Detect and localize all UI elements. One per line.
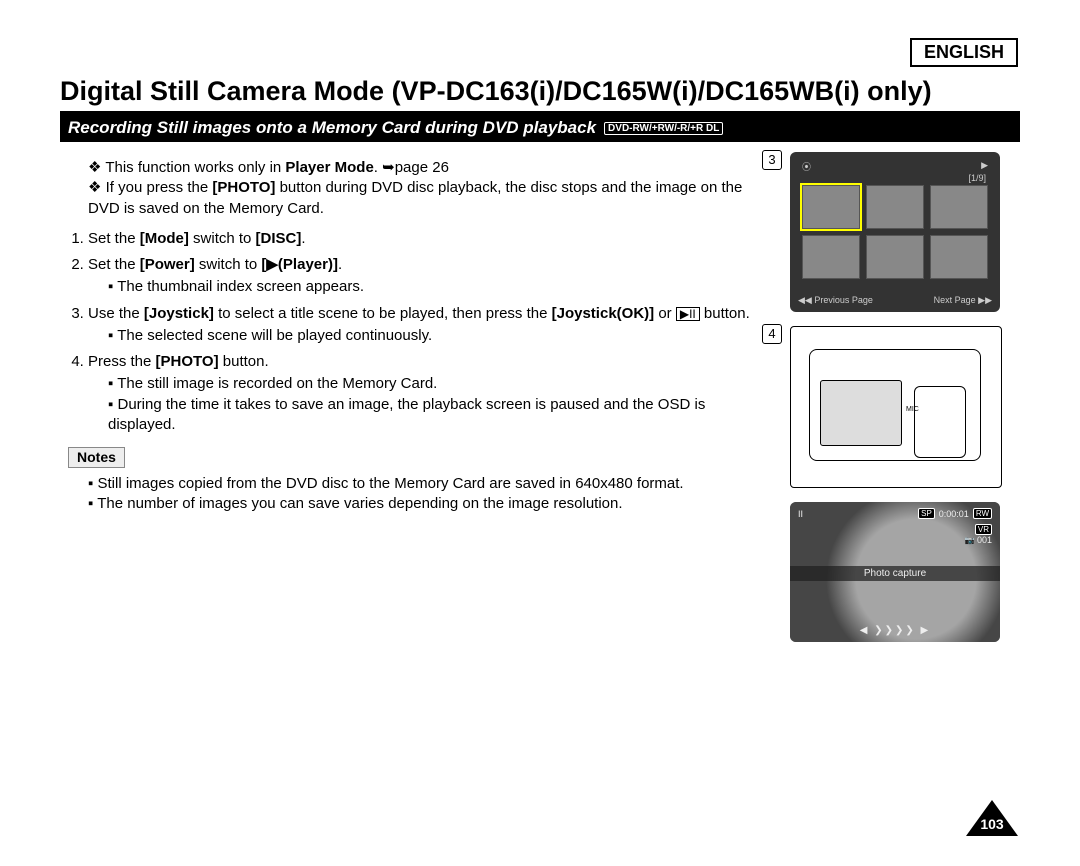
bold-text: Player Mode <box>285 159 373 176</box>
bold-text: [Joystick] <box>144 305 214 322</box>
pause-icon: II <box>798 509 803 519</box>
text: switch to <box>189 230 256 247</box>
notes-list: Still images copied from the DVD disc to… <box>60 474 772 515</box>
bold-text: [▶(Player)] <box>261 256 338 273</box>
steps-list: Set the [Mode] switch to [DISC]. Set the… <box>60 229 772 435</box>
page-counter: [1/9] <box>798 173 992 183</box>
figure-3: 3 ⦿ ▶ [1/9] <box>790 152 1020 312</box>
text: Set the <box>88 230 140 247</box>
elapsed-time: 0:00:01 <box>939 509 969 519</box>
text: button. <box>700 305 750 322</box>
bold-text: [PHOTO] <box>212 179 275 196</box>
text: . <box>338 256 342 273</box>
page-title: Digital Still Camera Mode (VP-DC163(i)/D… <box>60 40 1020 114</box>
text: or <box>654 305 676 322</box>
text: . <box>301 230 305 247</box>
disc-icon: ⦿ <box>802 160 811 173</box>
section-subtitle: Recording Still images onto a Memory Car… <box>68 118 596 138</box>
play-pause-icon: ▶II <box>676 307 700 321</box>
bold-text: [Mode] <box>140 230 189 247</box>
step-subitem: During the time it takes to save an imag… <box>108 395 772 436</box>
thumbnail <box>802 235 860 279</box>
thumbnail <box>930 185 988 229</box>
thumbnail <box>802 185 860 229</box>
nav-arrows-icon: ◀ ❯❯❯❯ ▶ <box>790 625 1000 636</box>
text: If you press the <box>106 179 213 196</box>
photo-capture-label: Photo capture <box>790 566 1000 581</box>
disc-type-badge: DVD-RW/+RW/-R/+R DL <box>604 122 723 135</box>
camera-illustration: MIC <box>790 326 1002 488</box>
playback-osd-screen: II SP 0:00:01 RW VR 📷 001 Photo capture … <box>790 502 1000 642</box>
image-count: 001 <box>977 535 992 545</box>
section-subtitle-bar: Recording Still images onto a Memory Car… <box>60 114 1020 142</box>
bold-text: [PHOTO] <box>156 353 219 370</box>
step-item: Set the [Power] switch to [▶(Player)]. T… <box>88 255 772 298</box>
thumbnail-grid <box>798 183 992 281</box>
bold-text: [Power] <box>140 256 195 273</box>
thumbnail-index-screen: ⦿ ▶ [1/9] ◀◀ Previous Page Next <box>790 152 1000 312</box>
figure-4: 4 MIC <box>790 326 1020 488</box>
note-item: The number of images you can save varies… <box>88 494 772 514</box>
rw-badge: RW <box>973 508 992 519</box>
mic-label: MIC <box>906 406 919 413</box>
page-number: 103 <box>974 816 1010 832</box>
text: Use the <box>88 305 144 322</box>
thumbnail <box>930 235 988 279</box>
figure-number: 3 <box>762 150 782 170</box>
bold-text: [Joystick(OK)] <box>552 305 655 322</box>
text: switch to <box>195 256 262 273</box>
sp-badge: SP <box>918 508 935 519</box>
intro-item: This function works only in Player Mode.… <box>88 158 772 178</box>
play-mode-icon: ▶ <box>981 160 988 173</box>
figure-column: 3 ⦿ ▶ [1/9] <box>790 152 1020 656</box>
bold-text: [DISC] <box>256 230 302 247</box>
camera-body: MIC <box>809 349 981 461</box>
text: This function works only in <box>105 159 285 176</box>
language-label: ENGLISH <box>910 38 1018 67</box>
text: to select a title scene to be played, th… <box>214 305 552 322</box>
next-page-label: Next Page ▶▶ <box>934 295 992 306</box>
text: Set the <box>88 256 140 273</box>
camera-lcd <box>820 380 902 446</box>
notes-heading: Notes <box>68 447 125 468</box>
thumbnail <box>866 185 924 229</box>
vr-badge: VR <box>975 524 992 535</box>
step-item: Set the [Mode] switch to [DISC]. <box>88 229 772 249</box>
text: button. <box>219 353 269 370</box>
step-item: Press the [PHOTO] button. The still imag… <box>88 352 772 435</box>
text: . ➥page 26 <box>374 159 449 176</box>
step-subitem: The still image is recorded on the Memor… <box>108 374 772 394</box>
figure-5: II SP 0:00:01 RW VR 📷 001 Photo capture … <box>790 502 1020 642</box>
text: Press the <box>88 353 156 370</box>
note-item: Still images copied from the DVD disc to… <box>88 474 772 494</box>
step-subitem: The thumbnail index screen appears. <box>108 277 772 297</box>
camera-lens <box>914 386 966 458</box>
figure-number: 4 <box>762 324 782 344</box>
prev-page-label: ◀◀ Previous Page <box>798 295 873 306</box>
step-subitem: The selected scene will be played contin… <box>108 326 772 346</box>
step-item: Use the [Joystick] to select a title sce… <box>88 304 772 347</box>
intro-list: This function works only in Player Mode.… <box>60 158 772 219</box>
intro-item: If you press the [PHOTO] button during D… <box>88 178 772 219</box>
thumbnail <box>866 235 924 279</box>
body-text-column: This function works only in Player Mode.… <box>60 152 772 656</box>
